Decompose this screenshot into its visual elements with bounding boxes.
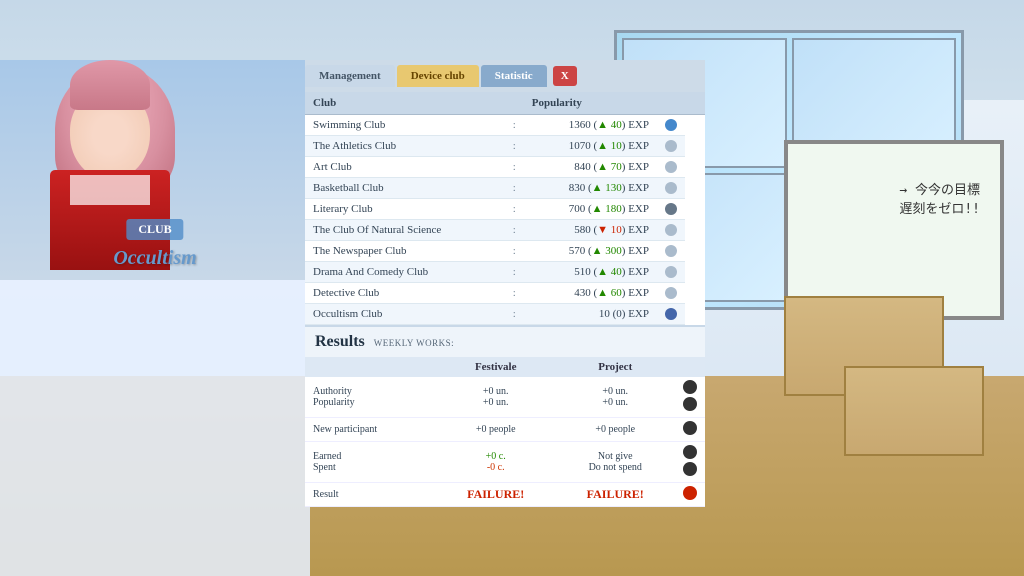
club-dot[interactable] [657, 304, 685, 325]
results-col-empty [305, 357, 436, 377]
whiteboard-text: → 今今の目標 遅刻をゼロ!! [899, 179, 980, 217]
tab-statistic[interactable]: Statistic [481, 65, 547, 87]
result-project: FAILURE! [555, 483, 675, 507]
col-popularity-header: Popularity [524, 92, 685, 115]
club-table: Club Popularity Swimming club : 1360 (▲ … [305, 92, 705, 325]
results-table: Festivale Project AuthorityPopularity +0… [305, 357, 705, 507]
club-dot[interactable] [657, 199, 685, 220]
participant-dot [675, 418, 705, 442]
results-section: Results Weekly works: Festivale Project … [305, 325, 705, 507]
table-row: The athletics club : 1070 (▲ 10) EXP [305, 136, 705, 157]
club-popularity: 580 (▼ 10) EXP [524, 220, 657, 241]
col-sep: : [505, 178, 524, 199]
club-dot[interactable] [657, 241, 685, 262]
table-row: Literary club : 700 (▲ 180) EXP [305, 199, 705, 220]
table-row: Basketball club : 830 (▲ 130) EXP [305, 178, 705, 199]
club-popularity: 10 (0) EXP [524, 304, 657, 325]
results-header: Results Weekly works: [305, 327, 705, 357]
club-dot[interactable] [657, 157, 685, 178]
character-area: CLUB Occultism [0, 60, 310, 280]
tab-device-club[interactable]: Device club [397, 65, 479, 87]
results-row-authority: AuthorityPopularity +0 un.+0 un. +0 un.+… [305, 377, 705, 418]
table-row: Drama and Comedy club : 510 (▲ 40) EXP [305, 262, 705, 283]
club-title: Occultism [113, 247, 196, 270]
club-name: The newspaper club [305, 241, 505, 262]
table-row: The newspaper club : 570 (▲ 300) EXP [305, 241, 705, 262]
club-name: Swimming club [305, 115, 505, 136]
results-subtitle: Weekly works: [374, 338, 454, 348]
results-col-festivale: Festivale [436, 357, 556, 377]
results-row-participant: New participant +0 people +0 people [305, 418, 705, 442]
club-name: Literary club [305, 199, 505, 220]
participant-label: New participant [305, 418, 436, 442]
result-festivale: FAILURE! [436, 483, 556, 507]
club-name: Detective club [305, 283, 505, 304]
earned-project: Not giveDo not spend [555, 442, 675, 483]
whiteboard: → 今今の目標 遅刻をゼロ!! [784, 140, 1004, 320]
result-dot [675, 483, 705, 507]
table-row: Detective club : 430 (▲ 60) EXP [305, 283, 705, 304]
club-dot[interactable] [657, 136, 685, 157]
earned-label: EarnedSpent [305, 442, 436, 483]
participant-project: +0 people [555, 418, 675, 442]
char-shirt [70, 175, 150, 205]
club-popularity: 1360 (▲ 40) EXP [524, 115, 657, 136]
col-action-header [685, 92, 705, 115]
club-popularity: 700 (▲ 180) EXP [524, 199, 657, 220]
club-dot[interactable] [657, 115, 685, 136]
authority-festivale: +0 un.+0 un. [436, 377, 556, 418]
earned-festivale: +0 c.-0 c. [436, 442, 556, 483]
table-row: The club of natural science : 580 (▼ 10)… [305, 220, 705, 241]
col-sep: : [505, 115, 524, 136]
club-popularity: 570 (▲ 300) EXP [524, 241, 657, 262]
char-hair-top [70, 60, 150, 110]
authority-project: +0 un.+0 un. [555, 377, 675, 418]
club-popularity: 510 (▲ 40) EXP [524, 262, 657, 283]
main-panel: Management Device club Statistic X Club … [305, 60, 705, 507]
col-sep: : [505, 283, 524, 304]
club-popularity: 830 (▲ 130) EXP [524, 178, 657, 199]
table-row: Occultism club : 10 (0) EXP [305, 304, 705, 325]
club-dot[interactable] [657, 283, 685, 304]
col-sep: : [505, 304, 524, 325]
results-col-action [675, 357, 705, 377]
col-sep: : [505, 157, 524, 178]
club-name: Art club [305, 157, 505, 178]
table-row: Art club : 840 (▲ 70) EXP [305, 157, 705, 178]
result-label: Result [305, 483, 436, 507]
left-panel: CLUB Occultism The Occult club is a stra… [0, 60, 310, 576]
results-row-earned: EarnedSpent +0 c.-0 c. Not giveDo not sp… [305, 442, 705, 483]
club-badge: CLUB [126, 219, 183, 240]
club-popularity: 840 (▲ 70) EXP [524, 157, 657, 178]
club-popularity: 430 (▲ 60) EXP [524, 283, 657, 304]
results-row-result: Result FAILURE! FAILURE! [305, 483, 705, 507]
col-sep: : [505, 136, 524, 157]
close-button[interactable]: X [553, 66, 577, 86]
club-popularity: 1070 (▲ 10) EXP [524, 136, 657, 157]
club-dot[interactable] [657, 220, 685, 241]
tab-management[interactable]: Management [305, 65, 395, 87]
participant-festivale: +0 people [436, 418, 556, 442]
club-name: The club of natural science [305, 220, 505, 241]
col-sep: : [505, 262, 524, 283]
results-title: Results [315, 333, 365, 350]
authority-label: AuthorityPopularity [305, 377, 436, 418]
col-separator-header [505, 92, 524, 115]
club-dot[interactable] [657, 262, 685, 283]
desk-2 [844, 366, 984, 456]
col-club-header: Club [305, 92, 505, 115]
club-name: The athletics club [305, 136, 505, 157]
tab-bar: Management Device club Statistic X [305, 60, 705, 92]
authority-dot [675, 377, 705, 418]
results-col-project: Project [555, 357, 675, 377]
club-name: Basketball club [305, 178, 505, 199]
earned-dot [675, 442, 705, 483]
col-sep: : [505, 220, 524, 241]
club-name: Occultism club [305, 304, 505, 325]
col-sep: : [505, 199, 524, 220]
club-dot[interactable] [657, 178, 685, 199]
club-name: Drama and Comedy club [305, 262, 505, 283]
col-sep: : [505, 241, 524, 262]
table-row: Swimming club : 1360 (▲ 40) EXP [305, 115, 705, 136]
